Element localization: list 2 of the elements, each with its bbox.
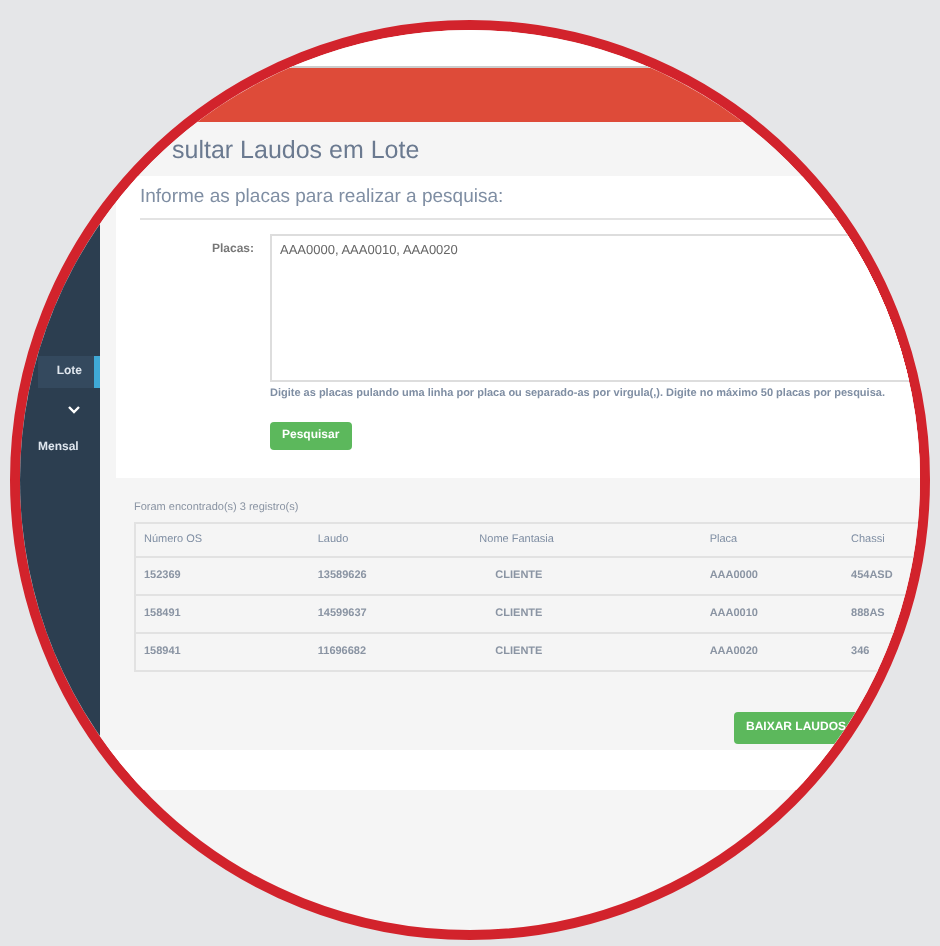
page-title: sultar Laudos em Lote	[172, 135, 420, 163]
form-subtitle: Informe as placas para realizar a pesquisa:	[140, 186, 920, 220]
